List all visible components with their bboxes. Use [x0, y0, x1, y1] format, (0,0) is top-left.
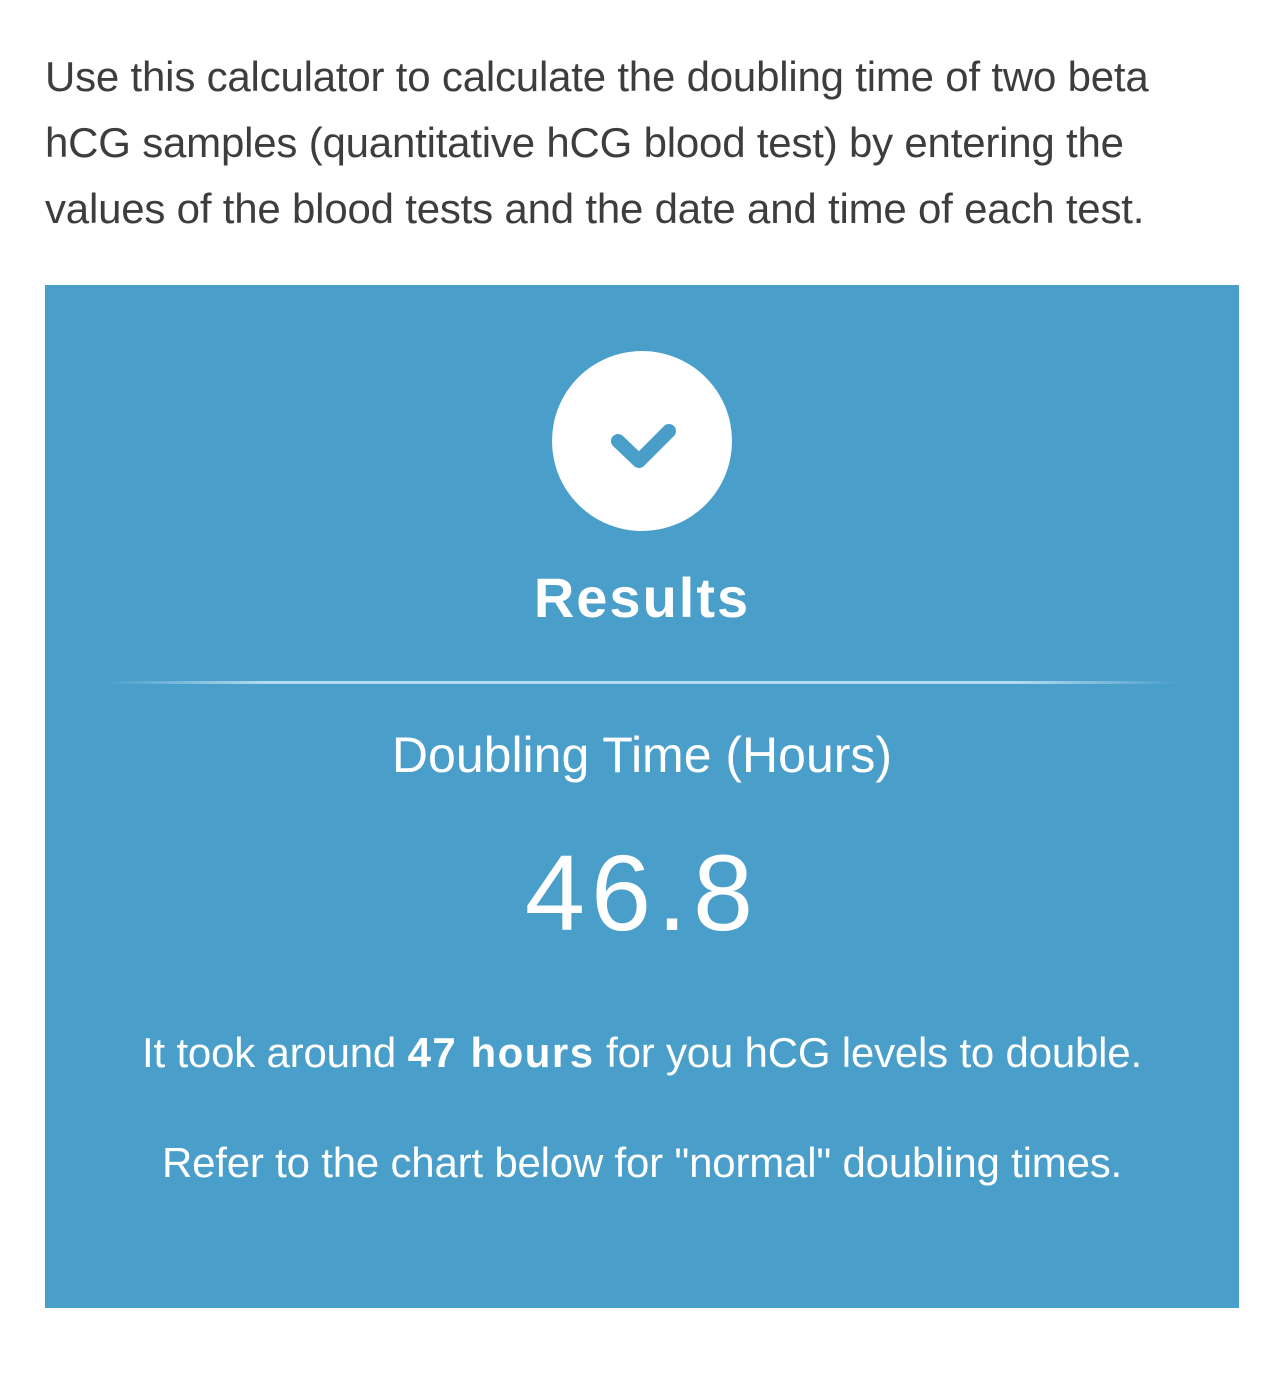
results-title: Results	[533, 566, 751, 629]
intro-paragraph: Use this calculator to calculate the dou…	[45, 53, 1149, 232]
results-divider	[105, 681, 1179, 684]
summary-prefix: It took around	[142, 1029, 408, 1076]
summary-hours: 47 hours	[407, 1029, 595, 1076]
results-panel: Results Doubling Time (Hours) 46.8 It to…	[45, 285, 1239, 1308]
doubling-time-label: Doubling Time (Hours)	[391, 727, 893, 783]
result-summary: It took around 47 hours for you hCG leve…	[45, 1025, 1239, 1081]
doubling-time-value: 46.8	[524, 832, 760, 953]
chart-reference-note: Refer to the chart below for "normal" do…	[161, 1139, 1122, 1186]
success-badge	[552, 351, 732, 531]
summary-suffix: for you hCG levels to double.	[594, 1029, 1142, 1076]
check-icon	[611, 424, 676, 468]
